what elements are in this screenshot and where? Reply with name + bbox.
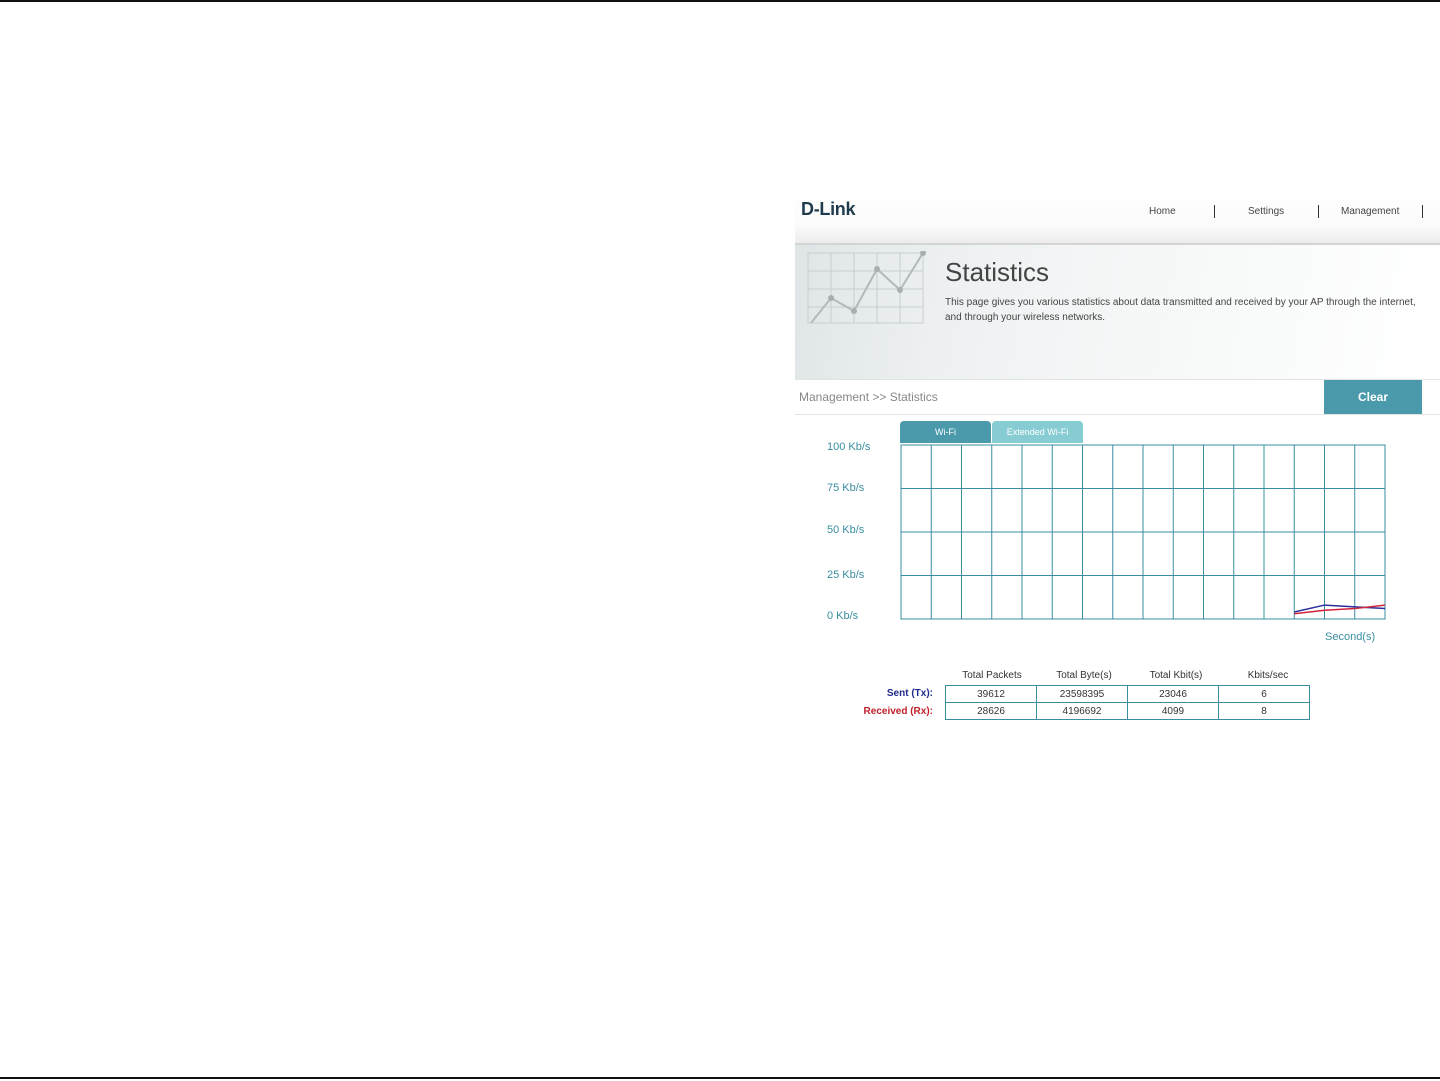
nav-management-link[interactable]: Management (1341, 206, 1399, 217)
table-cell: 8 (1218, 702, 1310, 720)
table-cell: 6 (1218, 685, 1310, 703)
table-row: 39612 23598395 23046 6 (945, 685, 1310, 703)
table-cell: 23598395 (1036, 685, 1128, 703)
page-description: This page gives you various statistics a… (945, 297, 1416, 323)
nav-separator (1318, 205, 1319, 218)
dlink-logo: D-Link (801, 199, 856, 219)
table-cell: 28626 (945, 702, 1037, 720)
x-axis-label: Second(s) (1325, 631, 1376, 643)
nav-separator (1422, 205, 1423, 218)
table-cell: 4099 (1127, 702, 1219, 720)
page-header-banner: Statistics This page gives you various s… (795, 245, 1440, 379)
tab-extended-wifi[interactable]: Extended Wi-Fi (992, 421, 1083, 443)
received-row-label: Received (Rx): (863, 706, 933, 717)
page-top-rule (0, 0, 1440, 2)
top-navigation-bar: D-Link Home Settings Management (795, 185, 1440, 245)
y-axis-label: 100 Kb/s (827, 441, 871, 453)
column-header: Total Byte(s) (1056, 670, 1112, 681)
column-header: Kbits/sec (1247, 670, 1289, 681)
y-axis-label: 0 Kb/s (827, 610, 859, 622)
column-header: Total Packets (962, 670, 1022, 681)
page-title: Statistics (945, 257, 1050, 287)
nav-separator (1214, 205, 1215, 218)
nav-settings-link[interactable]: Settings (1248, 206, 1284, 217)
statistics-graph-icon (807, 251, 926, 324)
traffic-line-chart (900, 444, 1386, 620)
statistics-table: 39612 23598395 23046 6 28626 4196692 409… (945, 685, 1310, 720)
table-cell: 23046 (1127, 685, 1219, 703)
y-axis-label: 50 Kb/s (827, 524, 865, 536)
table-row: 28626 4196692 4099 8 (945, 702, 1310, 720)
breadcrumb-bar: Management >> Statistics Clear (795, 379, 1440, 415)
router-web-ui: D-Link Home Settings Management Statisti… (795, 185, 1440, 745)
y-axis-label: 75 Kb/s (827, 482, 865, 494)
tab-wifi[interactable]: Wi-Fi (900, 421, 991, 443)
breadcrumb: Management >> Statistics (799, 390, 938, 404)
column-header: Total Kbit(s) (1149, 670, 1203, 681)
clear-button[interactable]: Clear (1324, 380, 1422, 414)
nav-home-link[interactable]: Home (1149, 206, 1176, 217)
page-bottom-rule (0, 1077, 1440, 1079)
y-axis-label: 25 Kb/s (827, 569, 865, 581)
table-cell: 4196692 (1036, 702, 1128, 720)
table-cell: 39612 (945, 685, 1037, 703)
sent-row-label: Sent (Tx): (886, 688, 933, 699)
